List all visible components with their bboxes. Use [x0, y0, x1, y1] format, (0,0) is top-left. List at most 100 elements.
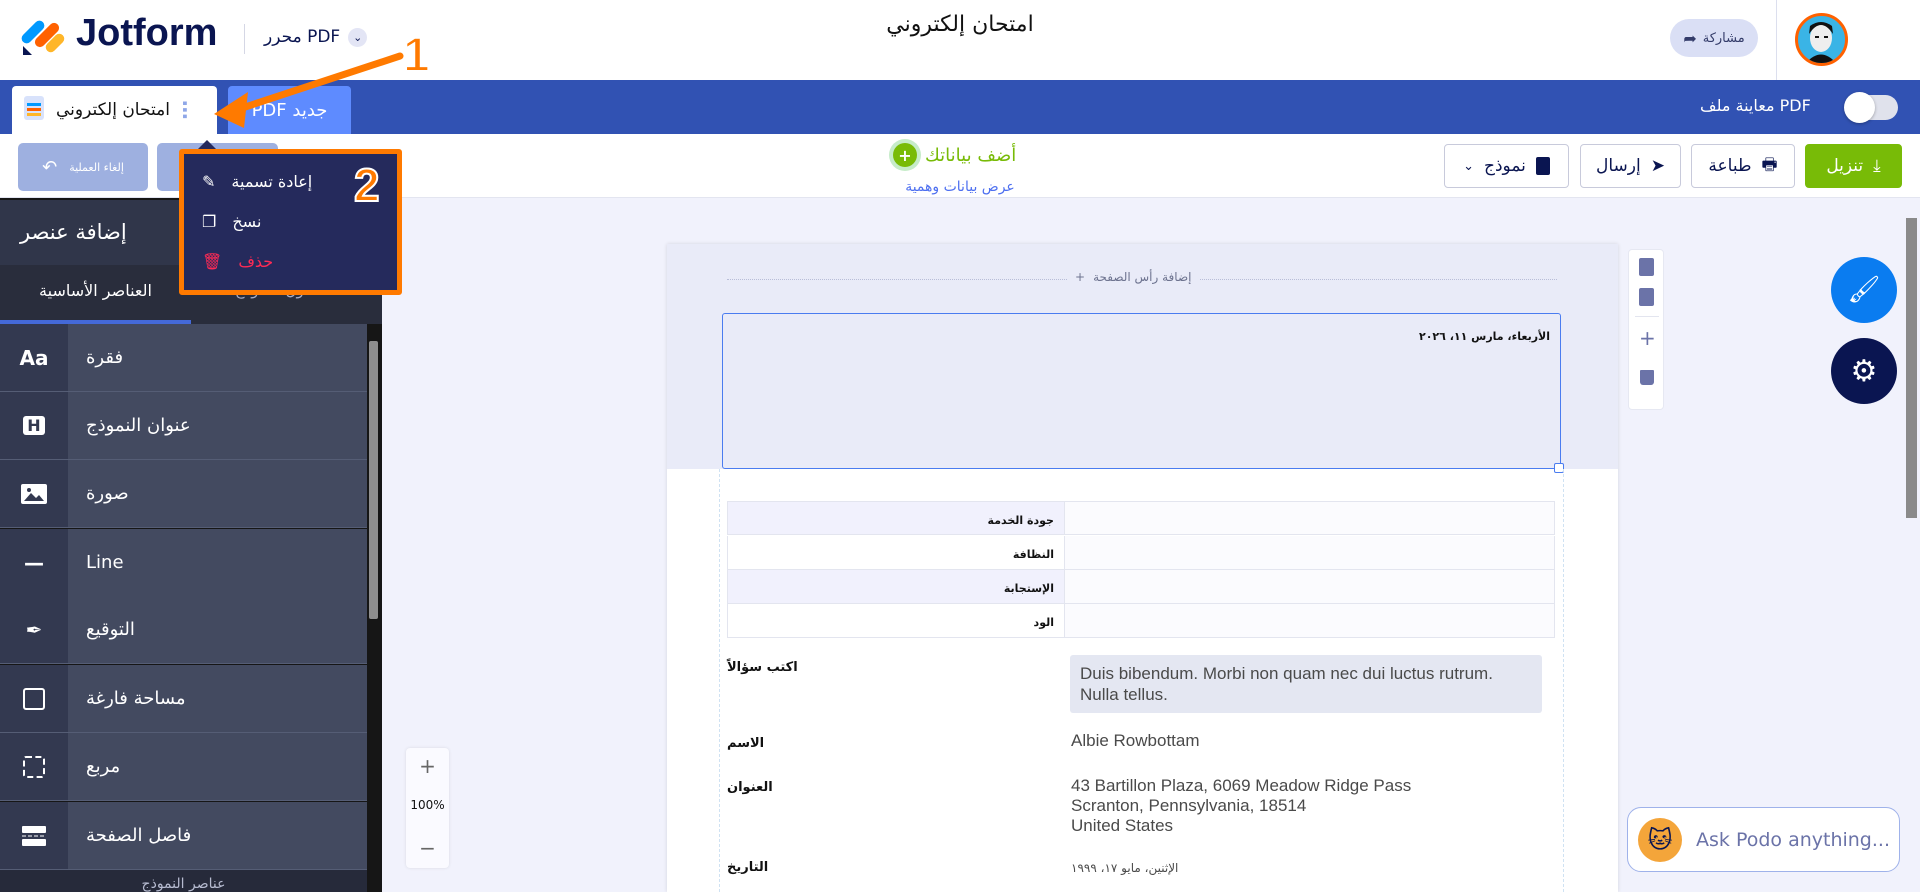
page-scrollbar[interactable] — [1906, 218, 1917, 518]
ask-podo-input[interactable]: 🐱 Ask Podo anything... — [1627, 807, 1900, 872]
image-icon — [0, 460, 68, 527]
element-line[interactable]: — Line — [0, 529, 367, 597]
pencil-icon: ✎ — [202, 172, 216, 191]
element-page-break[interactable]: فاصل الصفحة — [0, 802, 367, 870]
date-value: الإثنين، مايو ١٧، ١٩٩٩ — [1071, 861, 1179, 875]
menu-delete[interactable]: 🗑 حذف — [202, 252, 273, 271]
undo-button[interactable]: ↶ إلغاء العملية — [18, 143, 148, 191]
avatar[interactable] — [1795, 13, 1848, 66]
page-title: امتحان إلكتروني — [886, 12, 1034, 37]
add-data-button[interactable]: + أضف بياناتك — [893, 143, 1016, 167]
menu-label: حذف — [238, 252, 274, 271]
element-label: عنوان النموذج — [86, 415, 191, 436]
form-dropdown[interactable]: ⌄ نموذج — [1444, 144, 1569, 188]
add-header-button[interactable]: + إضافة رأس الصفحة — [1067, 270, 1200, 284]
send-label: إرسال — [1596, 156, 1641, 176]
divider — [1776, 0, 1777, 80]
row-value — [1065, 536, 1554, 569]
send-button[interactable]: إرسال ➤ — [1580, 144, 1681, 188]
sidebar-scrollbar[interactable] — [369, 341, 378, 619]
add-element-panel: إضافة عنصر العناصر الأساسية حقول النموذج… — [0, 198, 382, 892]
menu-rename[interactable]: ✎ إعادة تسمية — [202, 172, 312, 191]
row-value — [1065, 502, 1554, 534]
element-paragraph[interactable]: Aa فقرة — [0, 324, 367, 392]
expand-box-icon — [0, 733, 68, 800]
element-label: مساحة فارغة — [86, 688, 186, 709]
footer-page-icon[interactable] — [1639, 288, 1654, 306]
download-button[interactable]: تنزيل ⤓ — [1805, 144, 1902, 188]
dummy-data-link[interactable]: عرض بيانات وهمية — [880, 179, 1040, 195]
tab-label: امتحان إلكتروني — [56, 100, 170, 120]
form-label: نموذج — [1484, 156, 1526, 176]
zoom-level: 100% — [410, 798, 445, 812]
name-value: Albie Rowbottam — [1071, 731, 1200, 750]
share-button[interactable]: ➦ مشاركة — [1670, 19, 1758, 57]
element-label: صورة — [86, 483, 129, 504]
menu-label: نسخ — [232, 212, 262, 231]
trash-icon: 🗑 — [202, 252, 223, 271]
tab-context-menu: ✎ إعادة تسمية ❐ نسخ 🗑 حذف 2 — [179, 149, 402, 295]
copy-icon: ❐ — [202, 212, 217, 231]
address-line: United States — [1071, 816, 1174, 835]
element-label: التوقيع — [86, 619, 135, 640]
tab-basic-elements[interactable]: العناصر الأساسية — [0, 265, 191, 324]
page-tools: + — [1628, 249, 1664, 410]
line-icon: — — [0, 529, 68, 596]
chevron-down-icon: ⌄ — [1463, 158, 1474, 174]
gear-icon[interactable]: ⚙ — [1831, 338, 1897, 404]
pen-nib-icon: ✒ — [0, 596, 68, 663]
field-label: التاريخ — [727, 860, 769, 875]
tab-exam[interactable]: امتحان إلكتروني ⋯ — [12, 86, 217, 134]
field-label: اكتب سؤالاً — [727, 660, 798, 675]
zoom-out-button[interactable]: − — [406, 836, 449, 860]
jotform-logo-icon[interactable] — [20, 16, 72, 60]
undo-label: إلغاء العملية — [69, 160, 124, 174]
square-icon — [0, 665, 68, 732]
element-image[interactable]: صورة — [0, 460, 367, 528]
table-row: النظافة — [727, 536, 1555, 570]
preview-toggle[interactable] — [1844, 92, 1898, 123]
menu-label: إعادة تسمية — [231, 172, 313, 191]
divider — [1635, 316, 1659, 317]
question-answer: Duis bibendum. Morbi non quam nec dui lu… — [1070, 655, 1542, 713]
add-page-icon[interactable]: + — [1639, 326, 1656, 350]
heading-icon: H — [0, 392, 68, 459]
more-options-icon[interactable]: ⋯ — [173, 100, 197, 120]
element-label: مربع — [86, 756, 121, 777]
undo-icon: ↶ — [42, 156, 58, 178]
download-icon: ⤓ — [1873, 156, 1881, 176]
text-aa-icon: Aa — [0, 324, 68, 391]
address-line: Scranton, Pennsylvania, 18514 — [1071, 796, 1307, 815]
table-row: الود — [727, 604, 1555, 638]
element-label: Line — [86, 552, 124, 573]
share-label: مشاركة — [1702, 30, 1745, 46]
address-line: 43 Bartillon Plaza, 6069 Meadow Ridge Pa… — [1071, 776, 1412, 795]
element-spacer[interactable]: مساحة فارغة — [0, 665, 367, 733]
field-label: الاسم — [727, 736, 765, 751]
paint-roller-icon[interactable]: 🖌 — [1831, 257, 1897, 323]
page-break-icon — [0, 802, 68, 869]
brand-name: Jotform — [76, 12, 218, 54]
element-box[interactable]: مربع — [0, 733, 367, 801]
header-page-icon[interactable] — [1639, 258, 1654, 276]
date-text-element[interactable]: الأربعاء، مارس ١١، ٢٠٢٦ — [722, 313, 1561, 469]
row-value — [1065, 570, 1554, 603]
menu-caret — [198, 140, 216, 149]
send-icon: ➤ — [1650, 156, 1665, 176]
form-elements-section: عناصر النموذج — [0, 870, 367, 892]
zoom-in-button[interactable]: + — [406, 754, 449, 778]
plus-circle-icon: + — [893, 143, 917, 167]
table-row: جودة الخدمة — [727, 501, 1555, 535]
print-label: طباعة — [1708, 156, 1752, 176]
menu-duplicate[interactable]: ❐ نسخ — [202, 212, 261, 231]
date-text: الأربعاء، مارس ١١، ٢٠٢٦ — [1419, 330, 1550, 343]
plus-icon: + — [1075, 270, 1086, 284]
element-heading[interactable]: H عنوان النموذج — [0, 392, 367, 460]
row-label: جودة الخدمة — [728, 502, 1065, 534]
row-value — [1065, 604, 1554, 637]
trash-icon[interactable] — [1640, 370, 1654, 385]
element-signature[interactable]: ✒ التوقيع — [0, 596, 367, 664]
printer-icon: 🖶 — [1761, 154, 1778, 175]
row-label: الإستجابة — [728, 570, 1065, 603]
print-button[interactable]: طباعة 🖶 — [1691, 144, 1795, 188]
